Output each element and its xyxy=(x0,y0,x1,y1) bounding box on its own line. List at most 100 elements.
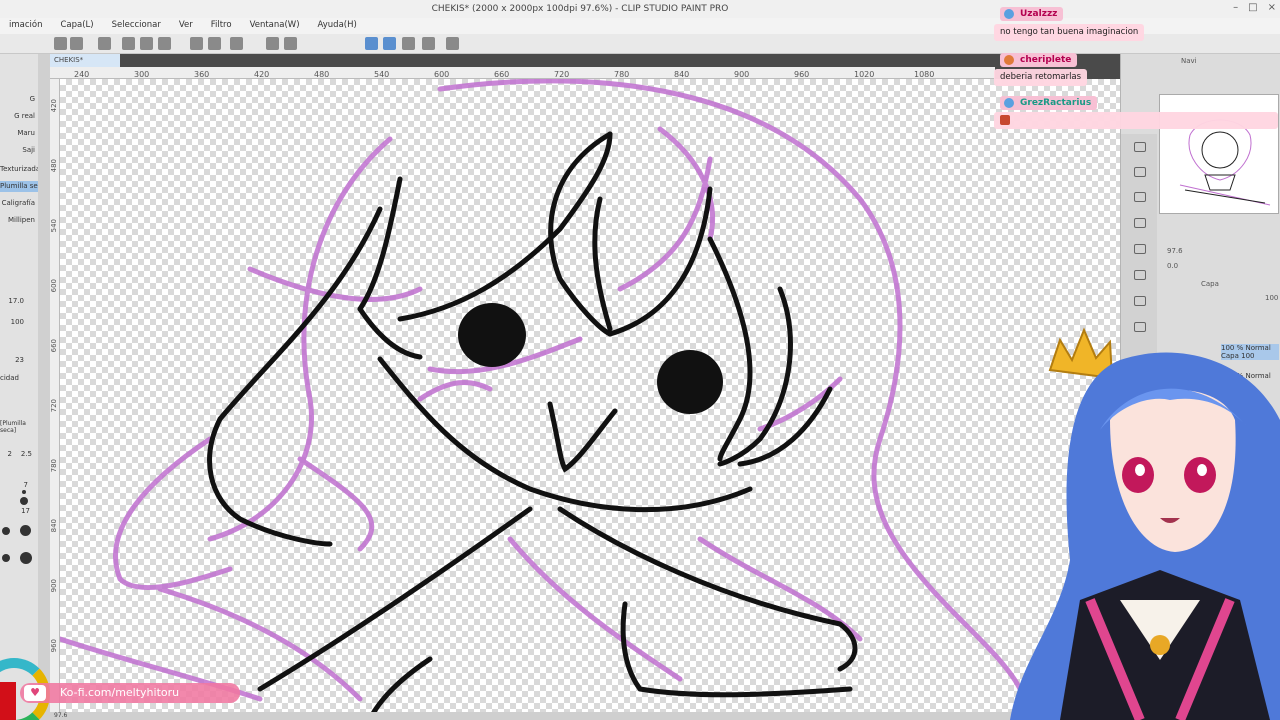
panel-icon[interactable] xyxy=(1134,218,1146,228)
maximize-button[interactable]: □ xyxy=(1248,2,1257,13)
ink-stroke xyxy=(367,656,433,720)
right-eye xyxy=(657,350,723,414)
chat-message: no tengo tan buena imaginacion xyxy=(994,24,1145,41)
ruler-tick: 540 xyxy=(374,70,390,79)
new-icon[interactable] xyxy=(70,37,83,50)
menu-animation[interactable]: imación xyxy=(0,18,51,34)
ruler-tick: 420 xyxy=(50,99,58,113)
brush-size-2[interactable]: 2 xyxy=(0,450,12,458)
navigator-title: Navi xyxy=(1181,57,1197,65)
brush-size-value[interactable]: 17.0 xyxy=(0,297,24,305)
close-button[interactable]: × xyxy=(1268,2,1276,13)
layer-panel-label: Capa xyxy=(1201,280,1219,288)
status-bar: 97.6 xyxy=(50,712,1120,720)
sub-tool-textured[interactable]: Texturizada xyxy=(0,164,38,175)
brush-size-7[interactable]: 7 xyxy=(18,481,28,489)
blend-value[interactable]: 23 xyxy=(0,356,24,364)
sub-tool-calligraphy[interactable]: Caligrafía xyxy=(0,198,38,209)
drawing-canvas[interactable] xyxy=(60,79,1120,720)
settings-icon[interactable] xyxy=(98,37,111,50)
ruler-tick: 960 xyxy=(50,639,58,653)
brush-dot[interactable] xyxy=(20,525,31,536)
menu-view[interactable]: Ver xyxy=(170,18,202,34)
rotation-value[interactable]: 0.0 xyxy=(1167,262,1178,270)
sketch-artwork xyxy=(60,79,1023,720)
ruler-tick: 600 xyxy=(434,70,450,79)
ruler-tick: 360 xyxy=(194,70,210,79)
sub-tool-g[interactable]: G xyxy=(0,94,38,105)
ruler-tick: 840 xyxy=(674,70,690,79)
snap-grid-icon[interactable] xyxy=(402,37,415,50)
panel-icon[interactable] xyxy=(1134,270,1146,280)
help-icon[interactable] xyxy=(446,37,459,50)
ruler-tick: 480 xyxy=(50,159,58,173)
emote-icon xyxy=(1000,114,1010,125)
brush-dot[interactable] xyxy=(20,552,32,564)
brush-size-17[interactable]: 17 xyxy=(18,507,30,515)
main-color-swatch[interactable] xyxy=(0,682,16,720)
sketch-stroke xyxy=(297,456,375,552)
kofi-banner[interactable]: ♥ Ko-fi.com/meltyhitoru xyxy=(20,683,240,703)
ruler-tick: 1080 xyxy=(914,70,935,79)
menu-filter[interactable]: Filtro xyxy=(202,18,241,34)
fill-icon[interactable] xyxy=(266,37,279,50)
panel-icon[interactable] xyxy=(422,37,435,50)
vertical-ruler: 420 480 540 600 660 720 780 840 900 960 xyxy=(50,79,60,720)
save-icon[interactable] xyxy=(158,37,171,50)
ink-stroke xyxy=(707,236,753,462)
minimize-button[interactable]: – xyxy=(1233,2,1238,13)
chat-username: cheriplete xyxy=(1000,53,1078,67)
sub-tool-saji[interactable]: Saji xyxy=(0,145,38,156)
chat-message: deberia retomarlas xyxy=(994,69,1088,86)
panel-scrollbar[interactable] xyxy=(38,54,50,720)
ink-stroke xyxy=(547,401,618,473)
brush-dot[interactable] xyxy=(2,554,10,562)
redo-icon[interactable] xyxy=(208,37,221,50)
opacity-value[interactable]: 100 xyxy=(0,318,24,326)
sub-tool-g-real[interactable]: G real xyxy=(0,111,38,122)
chat-username: GrezRactarius xyxy=(1000,96,1098,110)
undo-icon[interactable] xyxy=(190,37,203,50)
menu-select[interactable]: Seleccionar xyxy=(103,18,170,34)
vtuber-avatar xyxy=(1010,327,1280,720)
sketch-stroke xyxy=(617,156,713,292)
menu-help[interactable]: Ayuda(H) xyxy=(309,18,366,34)
ruler-tick: 540 xyxy=(50,219,58,233)
open-icon[interactable] xyxy=(140,37,153,50)
avatar-brooch xyxy=(1150,635,1170,655)
brush-dot[interactable] xyxy=(2,527,10,535)
snap-icon[interactable] xyxy=(365,37,378,50)
document-tab[interactable]: CHEKIS* xyxy=(50,54,120,67)
avatar-eye-highlight xyxy=(1197,464,1207,476)
brush-size-2-5[interactable]: 2.5 xyxy=(18,450,32,458)
panel-icon[interactable] xyxy=(1134,192,1146,202)
menu-icon[interactable] xyxy=(54,37,67,50)
sub-tool-dry-pen[interactable]: Plumilla seca xyxy=(0,181,38,192)
brush-set-label: [Plumilla seca] xyxy=(0,420,26,434)
brush-dot[interactable] xyxy=(22,490,26,494)
close-panel-icon[interactable] xyxy=(1134,142,1146,152)
ruler-tick: 300 xyxy=(134,70,150,79)
brush-dot[interactable] xyxy=(20,497,28,505)
panel-icon[interactable] xyxy=(1134,244,1146,254)
transform-icon[interactable] xyxy=(284,37,297,50)
chat-username-text: Uzalzzz xyxy=(1020,9,1058,19)
sub-tool-millipen[interactable]: Millipen xyxy=(0,215,38,226)
ruler-tick: 240 xyxy=(74,70,90,79)
title-bar: CHEKIS* (2000 x 2000px 100dpi 97.6%) - C… xyxy=(0,0,1280,18)
new-canvas-icon[interactable] xyxy=(122,37,135,50)
panel-icon[interactable] xyxy=(1134,167,1146,177)
ink-stroke xyxy=(592,196,613,332)
sub-tool-maru[interactable]: Maru xyxy=(0,128,38,139)
chat-username-text: GrezRactarius xyxy=(1020,98,1092,108)
user-badge-icon xyxy=(1004,98,1014,108)
loading-icon[interactable] xyxy=(230,37,243,50)
snap-ruler-icon[interactable] xyxy=(383,37,396,50)
menu-window[interactable]: Ventana(W) xyxy=(241,18,309,34)
ink-stroke xyxy=(357,176,403,312)
user-badge-icon xyxy=(1004,9,1014,19)
zoom-value[interactable]: 97.6 xyxy=(1167,247,1183,255)
ruler-tick: 900 xyxy=(50,579,58,593)
menu-layer[interactable]: Capa(L) xyxy=(51,18,102,34)
ruler-tick: 960 xyxy=(794,70,810,79)
